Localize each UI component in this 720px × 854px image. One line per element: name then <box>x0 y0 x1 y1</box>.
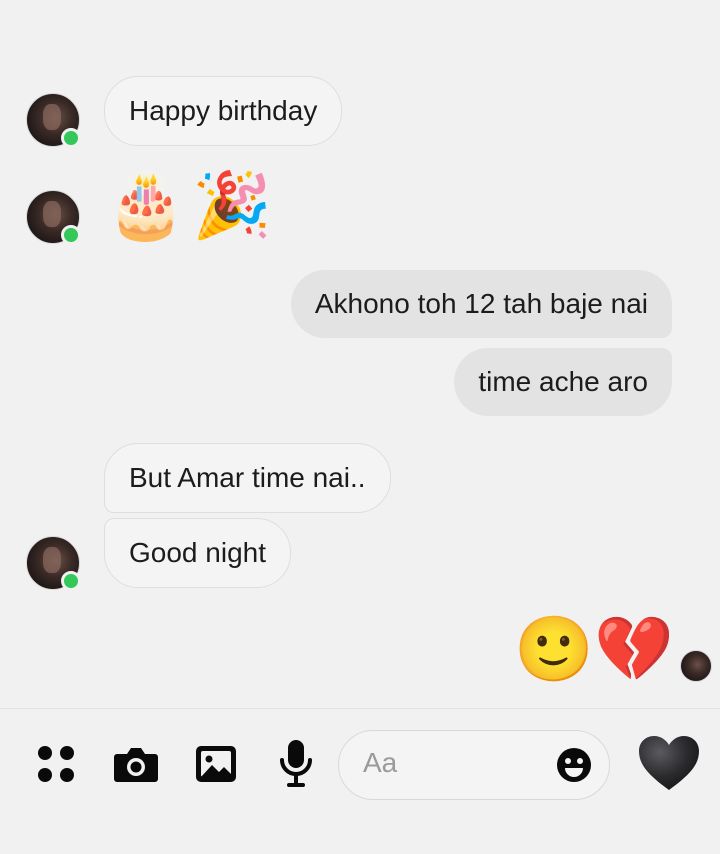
microphone-icon[interactable] <box>276 736 316 792</box>
message-text: But Amar time nai.. <box>129 462 366 493</box>
emoji-birthday-cake[interactable]: 🎂 <box>106 170 186 240</box>
message-bubble-incoming[interactable]: Good night <box>104 518 291 588</box>
contact-avatar[interactable] <box>26 93 81 148</box>
contact-avatar[interactable] <box>26 190 81 245</box>
heart-icon[interactable] <box>634 730 704 796</box>
message-bubble-outgoing[interactable]: time ache aro <box>454 348 672 416</box>
emoji-slightly-smiling-face[interactable]: 🙂 <box>514 614 594 684</box>
online-status-dot <box>61 225 81 245</box>
avatar-photo <box>43 104 61 130</box>
contact-avatar[interactable] <box>26 536 81 591</box>
camera-icon[interactable] <box>110 740 162 788</box>
message-input[interactable]: Aa <box>338 730 610 800</box>
emoji-broken-heart[interactable]: 💔 <box>594 614 674 684</box>
message-text: Happy birthday <box>129 95 318 126</box>
smiley-icon[interactable] <box>555 746 593 784</box>
emoji-party-popper[interactable]: 🎉 <box>192 170 272 240</box>
avatar-photo <box>43 547 61 573</box>
online-status-dot <box>61 128 81 148</box>
online-status-dot <box>61 571 81 591</box>
message-bubble-incoming[interactable]: Happy birthday <box>104 76 343 146</box>
seen-receipt-avatar <box>680 650 712 682</box>
message-bubble-incoming[interactable]: But Amar time nai.. <box>104 443 391 513</box>
composer-divider <box>0 708 720 709</box>
message-bubble-outgoing[interactable]: Akhono toh 12 tah baje nai <box>290 270 672 338</box>
gallery-icon[interactable] <box>192 740 240 788</box>
message-input-placeholder: Aa <box>363 747 398 778</box>
avatar-photo <box>43 201 61 227</box>
message-text: Akhono toh 12 tah baje nai <box>314 288 648 319</box>
message-text: time ache aro <box>478 366 648 397</box>
apps-icon[interactable] <box>34 740 78 788</box>
message-text: Good night <box>129 537 266 568</box>
